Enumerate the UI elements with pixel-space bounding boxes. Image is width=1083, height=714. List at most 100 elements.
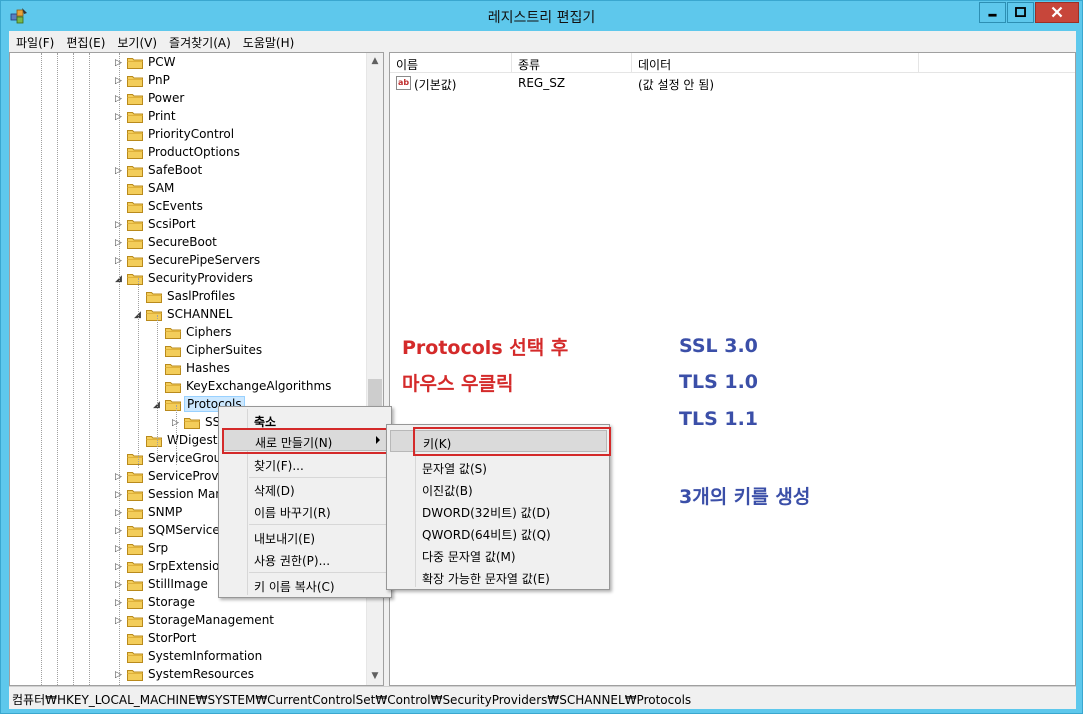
folder-icon: [127, 668, 143, 681]
menu-help[interactable]: 도움말(H): [236, 31, 300, 51]
string-value-icon: ab: [396, 76, 411, 90]
tree-item-label: ProductOptions: [148, 145, 240, 159]
tree-guide-line: [57, 53, 58, 685]
tree-item-label: CipherSuites: [186, 343, 263, 357]
folder-icon: [127, 506, 143, 519]
folder-icon: [127, 254, 143, 267]
folder-icon: [165, 398, 181, 411]
tree-guide-line: [73, 53, 74, 685]
tree-item-label: SCHANNEL: [167, 307, 233, 321]
folder-icon: [127, 632, 143, 645]
folder-icon: [127, 452, 143, 465]
close-icon: [1051, 6, 1063, 18]
tree-item-label: Print: [148, 109, 176, 123]
list-row[interactable]: ab (기본값) REG_SZ (값 설정 안 됨): [390, 74, 1075, 92]
menu-favorites[interactable]: 즐겨찾기(A): [162, 31, 236, 51]
folder-icon: [165, 380, 181, 393]
submenu-item-qword-value[interactable]: QWORD(64비트) 값(Q): [389, 522, 607, 544]
column-name[interactable]: 이름: [390, 53, 512, 73]
annotation-right-click: 마우스 우클릭: [402, 373, 514, 395]
folder-icon: [146, 434, 162, 447]
menu-item-export[interactable]: 내보내기(E): [221, 526, 389, 548]
value-type: REG_SZ: [518, 76, 566, 90]
tree-guide-line: [138, 278, 139, 468]
folder-icon: [184, 416, 200, 429]
status-bar: 컴퓨터₩HKEY_LOCAL_MACHINE₩SYSTEM₩CurrentCon…: [9, 686, 1076, 709]
maximize-button[interactable]: [1007, 2, 1034, 23]
annotation-create-three-keys: 3개의 키를 생성: [679, 486, 811, 508]
tree-item-label: StillImage: [148, 577, 208, 591]
tree-item-label: PnP: [148, 73, 170, 87]
folder-icon: [127, 182, 143, 195]
tree-item-label: WDigest: [167, 433, 218, 447]
tree-item-label: ScsiPort: [148, 217, 196, 231]
folder-icon: [146, 308, 162, 321]
tree-guide-line: [119, 53, 120, 685]
tree-item-label: SystemResources: [148, 667, 255, 681]
column-data[interactable]: 데이터: [632, 53, 919, 73]
column-type[interactable]: 종류: [512, 53, 632, 73]
submenu-item-binary-value[interactable]: 이진값(B): [389, 478, 607, 500]
submenu-item-expandable-string-value[interactable]: 확장 가능한 문자열 값(E): [389, 566, 607, 588]
minimize-button[interactable]: [979, 2, 1006, 23]
menu-item-delete[interactable]: 삭제(D): [221, 478, 389, 500]
tree-guide-line: [157, 315, 158, 455]
submenu-item-dword-value[interactable]: DWORD(32비트) 값(D): [389, 500, 607, 522]
submenu-item-multi-string-value[interactable]: 다중 문자열 값(M): [389, 544, 607, 566]
folder-icon: [127, 650, 143, 663]
menu-item-rename[interactable]: 이름 바꾸기(R): [221, 500, 389, 522]
menu-view[interactable]: 보기(V): [110, 31, 162, 51]
folder-icon: [127, 272, 143, 285]
annotation-select-protocols: Protocols 선택 후: [402, 337, 569, 359]
scroll-up-icon[interactable]: ▲: [367, 53, 383, 70]
menu-file[interactable]: 파일(F): [9, 31, 59, 51]
values-list[interactable]: 이름 종류 데이터 ab (기본값) REG_SZ (값 설정 안 됨) Pro…: [389, 52, 1076, 686]
highlight-key-box: [413, 427, 611, 456]
tree-guide-line: [176, 405, 177, 465]
folder-icon: [165, 362, 181, 375]
maximize-icon: [1015, 7, 1026, 18]
tree-item-label: SystemInformation: [148, 649, 263, 663]
menu-edit[interactable]: 편집(E): [59, 31, 110, 51]
list-header: 이름 종류 데이터: [390, 53, 1075, 73]
folder-icon: [165, 326, 181, 339]
folder-icon: [127, 542, 143, 555]
tree-item-label: PCW: [148, 55, 176, 69]
menu-item-copy-key-name[interactable]: 키 이름 복사(C): [221, 574, 389, 596]
tree-item-label: SrpExtension: [148, 559, 228, 573]
tree-item-label: SecurityProviders: [148, 271, 253, 285]
tree-item-label: KeyExchangeAlgorithms: [186, 379, 332, 393]
tree-guide-line: [89, 53, 90, 685]
tree-item-label: ScEvents: [148, 199, 203, 213]
tree-item-label: Srp: [148, 541, 169, 555]
current-key-path: 컴퓨터₩HKEY_LOCAL_MACHINE₩SYSTEM₩CurrentCon…: [12, 693, 692, 707]
window-title: 레지스트리 편집기: [487, 10, 596, 26]
folder-icon: [127, 164, 143, 177]
folder-icon: [127, 218, 143, 231]
folder-icon: [165, 344, 181, 357]
registry-editor-window: 레지스트리 편집기 파일(F) 편집(E) 보기(V) 즐겨찾기(A) 도움말(H) ▷…: [0, 0, 1083, 714]
folder-icon: [127, 596, 143, 609]
tree-item-label: SaslProfiles: [167, 289, 236, 303]
context-menu: 축소 새로 만들기(N) 찾기(F)... 삭제(D) 이름 바꾸기(R) 내보…: [218, 406, 392, 598]
annotation-tls11: TLS 1.1: [679, 408, 759, 430]
menu-item-find[interactable]: 찾기(F)...: [221, 453, 389, 475]
scroll-down-icon[interactable]: ▼: [367, 668, 383, 685]
tree-guide-line: [41, 53, 42, 685]
title-bar[interactable]: 레지스트리 편집기: [1, 1, 1082, 31]
new-submenu: 키(K) 문자열 값(S) 이진값(B) DWORD(32비트) 값(D) QW…: [386, 424, 611, 590]
close-button[interactable]: [1035, 2, 1079, 23]
minimize-icon: [988, 13, 997, 17]
folder-icon: [127, 146, 143, 159]
annotation-ssl30: SSL 3.0: [679, 335, 758, 357]
tree-item-label: Power: [148, 91, 185, 105]
tree-item-label: SQMServiceL: [148, 523, 227, 537]
menu-item-permissions[interactable]: 사용 권한(P)...: [221, 548, 389, 570]
tree-item-label: Hashes: [186, 361, 230, 375]
folder-icon: [127, 560, 143, 573]
annotation-tls10: TLS 1.0: [679, 371, 759, 393]
tree-item-label: Storage: [148, 595, 195, 609]
value-name: (기본값): [414, 78, 457, 92]
submenu-item-string-value[interactable]: 문자열 값(S): [389, 456, 607, 478]
tree-item-label: SafeBoot: [148, 163, 203, 177]
